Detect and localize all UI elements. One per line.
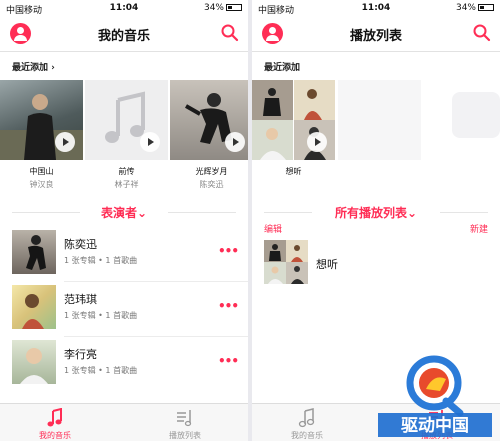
artist-name: 范玮琪: [64, 293, 97, 306]
section-title: 表演者: [100, 206, 137, 220]
playlist-name: 想听: [316, 258, 338, 271]
search-icon[interactable]: [472, 23, 492, 43]
music-note-icon: [47, 408, 62, 427]
play-button[interactable]: [307, 132, 327, 152]
divider: [440, 212, 488, 213]
playlist-mosaic: [252, 80, 335, 160]
artist-meta: 1 张专辑 • 1 首歌曲: [64, 366, 138, 375]
album-cover: [0, 80, 83, 160]
tab-bar: 我的音乐 播放列表: [0, 403, 248, 441]
my-music-screen: 中国移动 11:04 34% 我的音乐 最近添加 › 中国山 钟汉良 前传 林子…: [0, 0, 248, 441]
play-button[interactable]: [140, 132, 160, 152]
album-artist: 林子祥: [114, 180, 139, 189]
play-button[interactable]: [55, 132, 75, 152]
album-card[interactable]: [85, 80, 168, 160]
more-options-icon[interactable]: •••: [218, 244, 239, 258]
edit-button[interactable]: 编辑: [264, 225, 282, 235]
section-title: 所有播放列表: [334, 206, 407, 220]
section-header-artists[interactable]: 表演者⌄: [0, 204, 248, 221]
tab-my-music[interactable]: 我的音乐: [272, 408, 342, 441]
divider: [12, 212, 80, 213]
empty-slot: [338, 80, 421, 160]
album-artist: 钟汉良: [29, 180, 54, 189]
chevron-down-icon: ⌄: [406, 206, 418, 220]
more-options-icon[interactable]: •••: [218, 354, 239, 368]
playlist-title: 想听: [285, 167, 302, 176]
battery-label: 34%: [455, 3, 476, 13]
album-card[interactable]: [170, 80, 248, 160]
page-title: 我的音乐: [97, 29, 150, 44]
recently-added-label: 最近添加: [264, 63, 301, 73]
artist-name: 李行亮: [64, 348, 97, 361]
playlist-thumb: [264, 240, 308, 284]
playlist-icon: [177, 410, 192, 427]
artist-row[interactable]: 陈奕迅 1 张专辑 • 1 首歌曲 •••: [12, 230, 248, 282]
tab-label: 我的音乐: [39, 431, 71, 440]
search-icon[interactable]: [220, 23, 240, 43]
recent-albums: [0, 80, 248, 160]
recently-added-header: 最近添加: [264, 60, 300, 73]
artist-meta: 1 张专辑 • 1 首歌曲: [64, 311, 138, 320]
playlist-card[interactable]: [252, 80, 335, 160]
album-title: 光辉岁月: [195, 167, 228, 176]
album-cover: [170, 80, 248, 160]
divider: [64, 281, 248, 282]
artist-row[interactable]: 范玮琪 1 张专辑 • 1 首歌曲 •••: [12, 285, 248, 337]
artist-name: 陈奕迅: [64, 238, 97, 251]
tab-label: 播放列表: [169, 431, 201, 440]
more-options-icon[interactable]: •••: [218, 299, 239, 313]
chevron-down-icon: ⌄: [136, 206, 148, 220]
album-artist: 陈奕迅: [199, 180, 224, 189]
nav-bar: 播放列表: [252, 16, 500, 52]
artist-photo: [20, 348, 48, 384]
battery-indicator: 34%: [204, 3, 242, 13]
playlist-actions: 编辑 新建: [264, 222, 488, 235]
svg-text:驱动中国: 驱动中国: [401, 415, 469, 436]
empty-slot: [452, 92, 500, 138]
divider: [64, 336, 248, 337]
album-title: 中国山: [29, 167, 54, 176]
play-button[interactable]: [225, 132, 245, 152]
recently-added-label: 最近添加: [12, 63, 49, 73]
page-title: 播放列表: [349, 29, 402, 44]
tab-playlists[interactable]: 播放列表: [150, 408, 220, 441]
recently-added-header[interactable]: 最近添加 ›: [12, 60, 55, 73]
nav-bar: 我的音乐: [0, 16, 248, 52]
album-cover-placeholder: [85, 80, 168, 160]
artist-thumb: [12, 285, 56, 329]
artist-photo: [26, 235, 46, 270]
artist-row[interactable]: 李行亮 1 张专辑 • 1 首歌曲 •••: [12, 340, 248, 392]
battery-icon: [226, 4, 242, 11]
battery-indicator: 34%: [456, 3, 494, 13]
battery-icon: [478, 4, 494, 11]
watermark-logo: 驱动中国: [378, 355, 492, 437]
divider: [264, 212, 312, 213]
tab-my-music[interactable]: 我的音乐: [20, 408, 90, 441]
status-bar: 中国移动 11:04 34%: [252, 0, 500, 16]
playlist-art: [264, 240, 308, 284]
chevron-right-icon: ›: [51, 63, 55, 73]
artist-thumb: [12, 340, 56, 384]
status-bar: 中国移动 11:04 34%: [0, 0, 248, 16]
album-title: 前传: [118, 167, 135, 176]
artist-photo: [22, 294, 44, 329]
playlist-row[interactable]: 想听: [264, 240, 500, 292]
battery-label: 34%: [203, 3, 224, 13]
new-playlist-button[interactable]: 新建: [470, 222, 488, 235]
artist-meta: 1 张专辑 • 1 首歌曲: [64, 256, 138, 265]
section-header-all-playlists[interactable]: 所有播放列表⌄: [252, 204, 500, 221]
artist-thumb: [12, 230, 56, 274]
tab-label: 我的音乐: [291, 431, 323, 440]
divider: [168, 212, 236, 213]
music-note-icon: [298, 408, 315, 428]
album-card[interactable]: [0, 80, 83, 160]
